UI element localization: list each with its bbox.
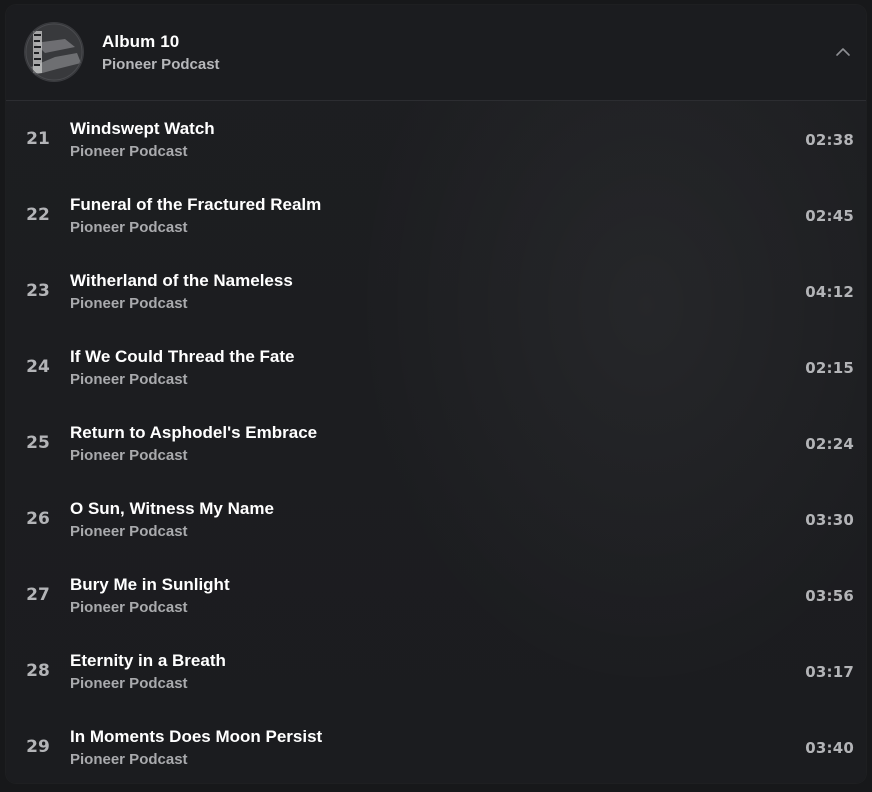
- track-number: 29: [26, 737, 50, 757]
- track-duration: 03:40: [805, 739, 854, 757]
- track-title: Return to Asphodel's Embrace: [70, 423, 318, 442]
- track-title: O Sun, Witness My Name: [70, 499, 274, 518]
- track-duration: 03:56: [805, 587, 854, 605]
- chevron-up-icon: [836, 48, 850, 56]
- track-duration: 02:38: [805, 131, 854, 149]
- track-row[interactable]: 29 In Moments Does Moon Persist Pioneer …: [6, 709, 866, 783]
- album-title: Album 10: [102, 32, 180, 51]
- track-title: Funeral of the Fractured Realm: [70, 195, 322, 214]
- track-number: 22: [26, 205, 50, 225]
- track-title: If We Could Thread the Fate: [70, 347, 295, 366]
- track-artist: Pioneer Podcast: [70, 295, 188, 312]
- track-artist: Pioneer Podcast: [70, 219, 188, 236]
- track-row[interactable]: 24 If We Could Thread the Fate Pioneer P…: [6, 329, 866, 405]
- track-number: 23: [26, 281, 50, 301]
- track-duration: 03:30: [805, 511, 854, 529]
- track-artist: Pioneer Podcast: [70, 371, 188, 388]
- track-duration: 04:12: [805, 283, 854, 301]
- track-row[interactable]: 25 Return to Asphodel's Embrace Pioneer …: [6, 405, 866, 481]
- track-title: In Moments Does Moon Persist: [70, 727, 323, 746]
- album-cover-art-icon: [25, 23, 83, 81]
- album-cover: [25, 23, 83, 81]
- track-duration: 02:24: [805, 435, 854, 453]
- track-row[interactable]: 23 Witherland of the Nameless Pioneer Po…: [6, 253, 866, 329]
- track-duration: 02:45: [805, 207, 854, 225]
- track-artist: Pioneer Podcast: [70, 599, 188, 616]
- track-row[interactable]: 22 Funeral of the Fractured Realm Pionee…: [6, 177, 866, 253]
- track-title: Bury Me in Sunlight: [70, 575, 230, 594]
- track-artist: Pioneer Podcast: [70, 447, 188, 464]
- track-artist: Pioneer Podcast: [70, 675, 188, 692]
- track-number: 24: [26, 357, 50, 377]
- track-row[interactable]: 27 Bury Me in Sunlight Pioneer Podcast 0…: [6, 557, 866, 633]
- track-number: 26: [26, 509, 50, 529]
- track-title: Windswept Watch: [70, 119, 215, 138]
- collapse-button[interactable]: [830, 39, 856, 65]
- track-duration: 02:15: [805, 359, 854, 377]
- track-row[interactable]: 28 Eternity in a Breath Pioneer Podcast …: [6, 633, 866, 709]
- track-artist: Pioneer Podcast: [70, 751, 188, 768]
- album-artist: Pioneer Podcast: [102, 56, 220, 73]
- track-artist: Pioneer Podcast: [70, 143, 188, 160]
- track-number: 21: [26, 129, 50, 149]
- album-panel: Album 10 Pioneer Podcast 21 Windswept Wa…: [6, 5, 866, 783]
- track-row[interactable]: 21 Windswept Watch Pioneer Podcast 02:38: [6, 101, 866, 177]
- track-row[interactable]: 26 O Sun, Witness My Name Pioneer Podcas…: [6, 481, 866, 557]
- track-duration: 03:17: [805, 663, 854, 681]
- album-header[interactable]: Album 10 Pioneer Podcast: [6, 5, 866, 101]
- track-number: 28: [26, 661, 50, 681]
- track-title: Witherland of the Nameless: [70, 271, 293, 290]
- track-title: Eternity in a Breath: [70, 651, 226, 670]
- track-number: 27: [26, 585, 50, 605]
- track-artist: Pioneer Podcast: [70, 523, 188, 540]
- track-list: 21 Windswept Watch Pioneer Podcast 02:38…: [6, 101, 866, 783]
- track-number: 25: [26, 433, 50, 453]
